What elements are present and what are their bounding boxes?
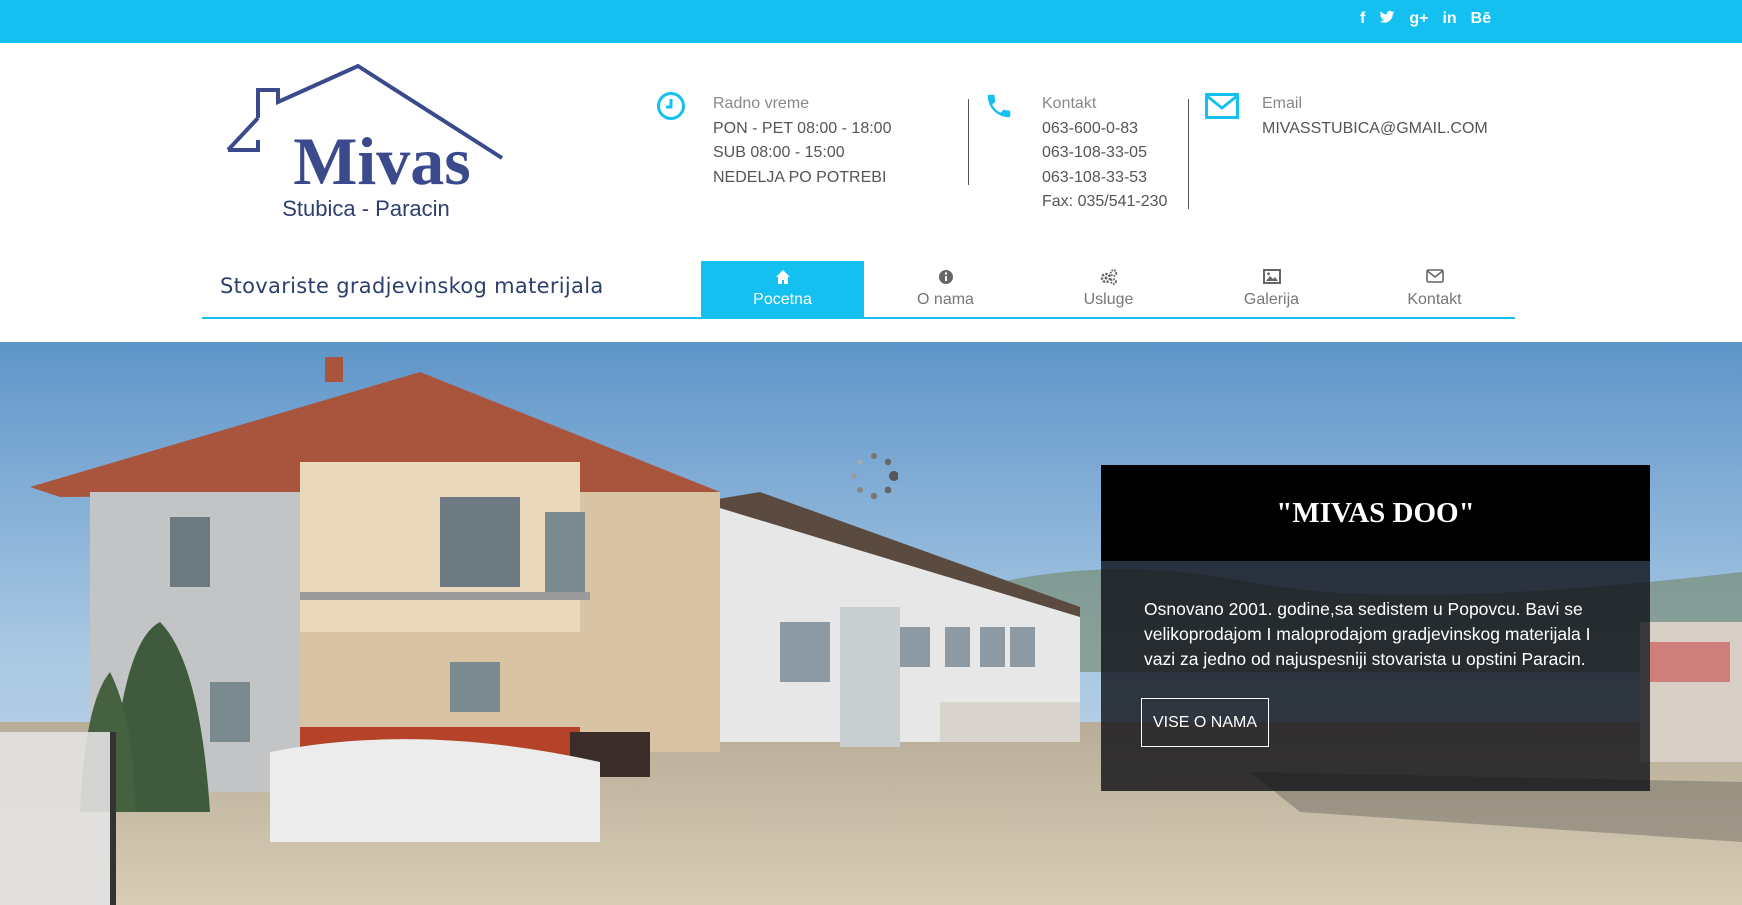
nav-underline — [202, 317, 1515, 319]
logo-subtitle: Stubica - Paracin — [282, 196, 450, 221]
hours-label: Radno vreme — [713, 95, 810, 112]
logo-name: Mivas — [293, 123, 471, 199]
image-icon — [1190, 269, 1353, 289]
twitter-icon[interactable] — [1379, 9, 1395, 31]
contact-label: Kontakt — [1042, 95, 1097, 112]
nav-label: O nama — [917, 291, 974, 308]
clock-icon — [656, 91, 686, 126]
hours-line: PON - PET 08:00 - 18:00 — [713, 119, 892, 137]
nav-item-pocetna[interactable]: Pocetna — [701, 261, 864, 318]
nav-label: Galerija — [1243, 291, 1300, 308]
phone-number[interactable]: 063-108-33-05 — [1042, 141, 1167, 166]
email-label: Email — [1262, 95, 1303, 112]
phone-icon — [984, 91, 1014, 126]
envelope-icon — [1205, 93, 1239, 124]
facebook-icon[interactable]: f — [1360, 9, 1365, 31]
gears-icon — [1027, 269, 1190, 289]
info-icon — [864, 269, 1027, 289]
hours-line: SUB 08:00 - 15:00 — [713, 144, 845, 161]
info-divider — [968, 99, 969, 185]
slide-caption: "MIVAS DOO" Osnovano 2001. godine,sa sed… — [1101, 465, 1650, 791]
site-logo[interactable]: Mivas Stubica - Paracin — [222, 60, 512, 230]
site-tagline: Stovariste gradjevinskog materijala — [220, 274, 604, 298]
behance-icon[interactable]: Bē — [1471, 9, 1491, 31]
fax-number: Fax: 035/541-230 — [1042, 193, 1168, 210]
top-bar: f g+ in Bē — [0, 0, 1742, 43]
nav-item-kontakt[interactable]: Kontakt — [1353, 261, 1516, 318]
hero-slider[interactable]: "MIVAS DOO" Osnovano 2001. godine,sa sed… — [0, 342, 1742, 905]
nav-item-o-nama[interactable]: O nama — [864, 261, 1027, 318]
slide-text: Osnovano 2001. godine,sa sedistem u Popo… — [1144, 599, 1591, 669]
google-plus-icon[interactable]: g+ — [1409, 9, 1428, 31]
contact-info: Kontakt 063-600-0-83 063-108-33-05 063-1… — [1042, 92, 1167, 215]
email-address[interactable]: MIVASSTUBICA@GMAIL.COM — [1262, 117, 1488, 142]
loading-spinner-icon — [851, 453, 898, 500]
linkedin-icon[interactable]: in — [1442, 9, 1456, 31]
email-info: Email MIVASSTUBICA@GMAIL.COM — [1262, 92, 1488, 141]
nav-item-galerija[interactable]: Galerija — [1190, 261, 1353, 318]
working-hours: Radno vreme PON - PET 08:00 - 18:00 SUB … — [713, 92, 891, 190]
nav-label: Usluge — [1083, 291, 1134, 308]
info-divider — [1188, 99, 1189, 209]
nav-label: Pocetna — [753, 291, 812, 308]
slide-title: "MIVAS DOO" — [1101, 465, 1650, 561]
phone-number[interactable]: 063-108-33-53 — [1042, 166, 1167, 191]
envelope-icon — [1353, 269, 1516, 289]
nav-label: Kontakt — [1407, 291, 1462, 308]
main-nav: Pocetna O nama Usluge Galerija Kontakt — [701, 261, 1516, 318]
home-icon — [701, 269, 864, 289]
social-links: f g+ in Bē — [1360, 9, 1491, 31]
nav-item-usluge[interactable]: Usluge — [1027, 261, 1190, 318]
hours-line: NEDELJA PO POTREBI — [713, 168, 887, 186]
slide-body: Osnovano 2001. godine,sa sedistem u Popo… — [1101, 561, 1650, 791]
more-about-us-button[interactable]: VISE O NAMA — [1141, 698, 1270, 747]
phone-number[interactable]: 063-600-0-83 — [1042, 117, 1167, 142]
